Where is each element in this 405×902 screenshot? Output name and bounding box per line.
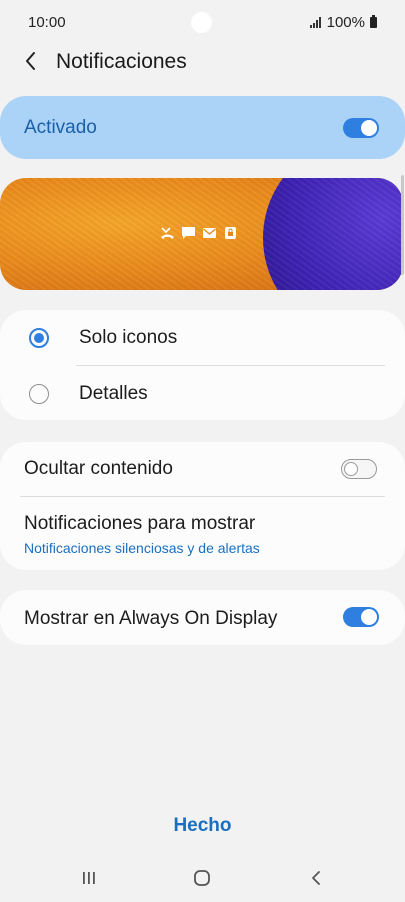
back-button[interactable]: [18, 48, 44, 74]
home-button[interactable]: [187, 866, 217, 890]
message-icon: [181, 226, 196, 240]
missed-call-icon: [160, 226, 175, 240]
notifications-to-show-value: Notificaciones silenciosas y de alertas: [24, 540, 260, 556]
hide-content-label: Ocultar contenido: [24, 458, 173, 479]
chevron-left-icon: [26, 52, 35, 70]
notifications-to-show-label: Notificaciones para mostrar: [24, 513, 256, 534]
home-icon: [194, 870, 210, 886]
notifications-to-show-row[interactable]: Notificaciones para mostrar Notificacion…: [0, 497, 405, 570]
option-label: Detalles: [79, 383, 148, 404]
camera-cutout: [191, 12, 212, 33]
master-toggle[interactable]: [343, 118, 379, 138]
option-label: Solo iconos: [79, 327, 178, 348]
status-indicators: 100%: [309, 14, 377, 31]
notification-options-card: Ocultar contenido Notificaciones para mo…: [0, 442, 405, 570]
aod-label: Mostrar en Always On Display: [24, 608, 278, 629]
battery-icon: [370, 15, 377, 28]
notification-style-card: Solo iconos Detalles: [0, 310, 405, 420]
navigation-bar: [0, 858, 405, 898]
hide-content-toggle[interactable]: [341, 459, 377, 479]
lock-icon: [223, 226, 238, 240]
aod-card[interactable]: Mostrar en Always On Display: [0, 590, 405, 645]
option-solo-iconos[interactable]: Solo iconos: [0, 310, 405, 366]
status-bar: 10:00 100%: [0, 0, 405, 44]
radio-detalles[interactable]: [29, 384, 49, 404]
recent-apps-button[interactable]: [74, 866, 104, 890]
battery-percent: 100%: [326, 14, 365, 31]
header: Notificaciones: [0, 40, 405, 82]
back-nav-button[interactable]: [301, 866, 331, 890]
master-switch-row[interactable]: Activado: [0, 96, 405, 159]
done-button[interactable]: Hecho: [0, 815, 405, 837]
back-nav-icon: [312, 871, 320, 885]
signal-icon: [309, 17, 321, 28]
hide-content-row[interactable]: Ocultar contenido: [0, 442, 405, 496]
master-switch-label: Activado: [24, 117, 97, 138]
status-time: 10:00: [28, 14, 66, 31]
lockscreen-preview: [0, 178, 403, 290]
recent-apps-icon: [83, 872, 95, 884]
preview-notification-icons: [160, 226, 238, 240]
scroll-indicator: [401, 175, 404, 275]
page-title: Notificaciones: [56, 50, 187, 73]
aod-toggle[interactable]: [343, 607, 379, 627]
radio-solo-iconos[interactable]: [29, 328, 49, 348]
option-detalles[interactable]: Detalles: [0, 366, 405, 422]
email-icon: [202, 226, 217, 240]
